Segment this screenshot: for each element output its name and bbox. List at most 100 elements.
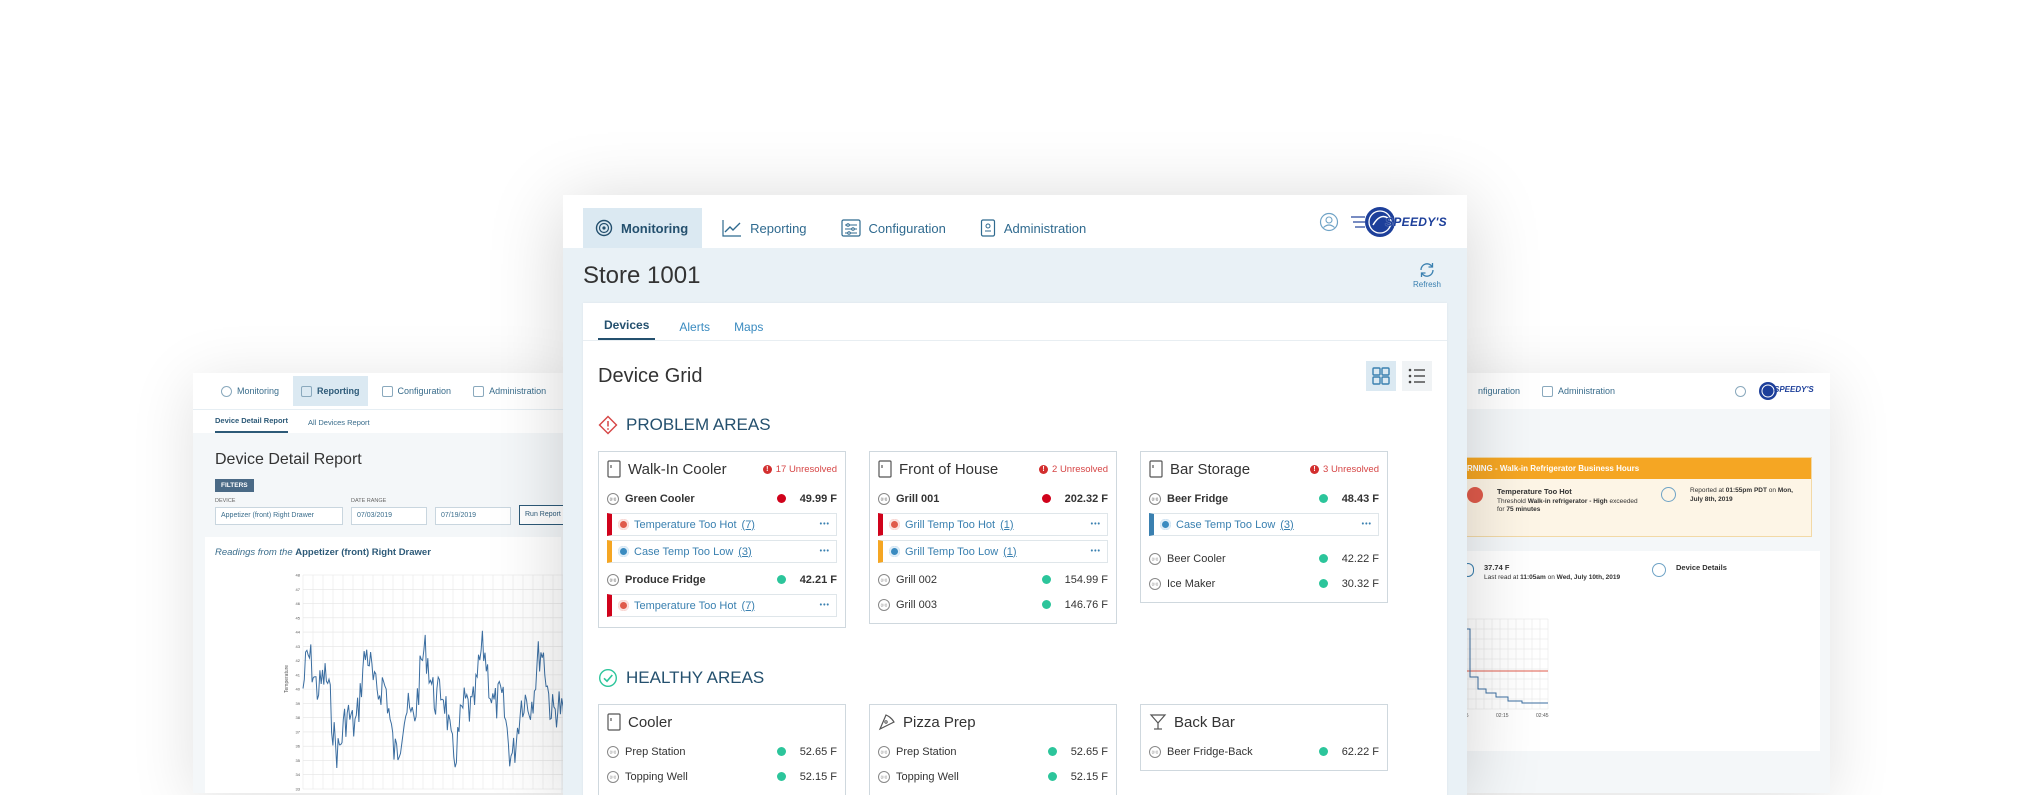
more-options-icon[interactable]: •••: [1362, 521, 1372, 528]
alert-count[interactable]: (3): [738, 546, 751, 558]
device-row[interactable]: ((•)) Prep Station 52.65 F: [607, 739, 837, 764]
alert-row[interactable]: Temperature Too Hot (7) •••: [607, 594, 837, 617]
device-details-link[interactable]: Device Details: [1676, 563, 1727, 572]
grid-view-button[interactable]: [1366, 361, 1396, 391]
device-name-group: ((•)) Beer Fridge: [1149, 492, 1228, 505]
alert-count[interactable]: (7): [742, 600, 755, 612]
more-options-icon[interactable]: •••: [820, 548, 830, 555]
alert-text: Temperature Too Hot: [634, 599, 737, 612]
more-options-icon[interactable]: •••: [1091, 548, 1101, 555]
more-options-icon[interactable]: •••: [820, 602, 830, 609]
run-report-button[interactable]: Run Report: [519, 505, 567, 525]
device-row[interactable]: ((•)) Topping Well 52.15 F: [607, 764, 837, 789]
area-name: Back Bar: [1174, 713, 1235, 731]
left-nav-administration[interactable]: Administration: [465, 376, 554, 406]
more-options-icon[interactable]: •••: [820, 521, 830, 528]
unresolved-badge[interactable]: ! 17 Unresolved: [762, 464, 837, 475]
tab-monitoring[interactable]: Monitoring: [583, 208, 703, 248]
refresh-button[interactable]: Refresh: [1413, 262, 1441, 289]
device-row[interactable]: ((•)) Grill 001 202.32 F: [878, 486, 1108, 511]
y-tick-label: 35: [296, 758, 301, 763]
device-reading: 154.99 F: [1041, 574, 1108, 586]
y-tick-label: 46: [296, 601, 301, 606]
device-row[interactable]: ((•)) Beer Fridge-Back 62.22 F: [1149, 739, 1379, 764]
device-row[interactable]: ((•)) Grill 003 146.76 F: [878, 592, 1108, 617]
device-temp: 202.32 F: [1064, 492, 1108, 505]
device-reading: 48.43 F: [1318, 493, 1379, 505]
alert-count[interactable]: (3): [1280, 519, 1293, 531]
left-nav-configuration[interactable]: Configuration: [374, 376, 460, 406]
alert-label: Temperature Too Hot (7): [618, 519, 755, 531]
alert-header: RNING - Walk-in Refrigerator Business Ho…: [1459, 458, 1811, 479]
warning-diamond-icon: [598, 415, 618, 435]
unresolved-badge[interactable]: ! 2 Unresolved: [1039, 464, 1108, 475]
device-select[interactable]: Appetizer (front) Right Drawer: [215, 507, 343, 525]
tab-administration[interactable]: Administration: [968, 208, 1100, 248]
area-card[interactable]: Back Bar ((•)) Beer Fridge-Back 62.22 F: [1140, 704, 1388, 771]
sensor-icon: ((•)): [607, 573, 619, 586]
tab-configuration[interactable]: Configuration: [829, 208, 960, 248]
alert-count[interactable]: (1): [1000, 519, 1013, 531]
device-row[interactable]: ((•)) Topping Well 52.15 F: [878, 764, 1108, 789]
device-row[interactable]: ((•)) Prep Station 52.65 F: [878, 739, 1108, 764]
badge-icon: [473, 385, 485, 397]
filters-tag[interactable]: FILTERS: [215, 479, 254, 492]
y-tick-label: 37: [296, 729, 301, 734]
user-icon[interactable]: [1735, 385, 1746, 397]
left-nav-reporting[interactable]: Reporting: [293, 376, 368, 406]
status-dot: [1318, 747, 1328, 756]
device-row[interactable]: ((•)) Ice Maker 30.32 F: [1149, 571, 1379, 596]
reading-row: 37.74 F Last read at 11:05am on Wed, Jul…: [1462, 563, 1808, 582]
alert-row[interactable]: Temperature Too Hot (7) •••: [607, 513, 837, 536]
tab-devices[interactable]: Devices: [598, 318, 656, 340]
alert-exclamation-icon: !: [1039, 464, 1049, 474]
date-to-input[interactable]: 07/19/2019: [435, 507, 511, 525]
device-row[interactable]: ((•)) Beer Fridge 48.43 F: [1149, 486, 1379, 511]
tab-alerts[interactable]: Alerts: [679, 320, 710, 340]
alert-row[interactable]: Case Temp Too Low (3) •••: [1149, 513, 1379, 536]
more-options-icon[interactable]: •••: [1091, 521, 1101, 528]
device-row[interactable]: ((•)) Green Cooler 49.99 F: [607, 486, 837, 511]
area-card[interactable]: Walk-In Cooler ! 17 Unresolved ((•)) Green C…: [598, 451, 846, 628]
device-reading: 30.32 F: [1318, 578, 1379, 590]
y-tick-label: 40: [296, 687, 301, 692]
status-dot: [1047, 747, 1057, 756]
date-from-input[interactable]: 07/03/2019: [351, 507, 427, 525]
device-row[interactable]: ((•)) Produce Fridge 42.21 F: [607, 567, 837, 592]
left-nav-label: Reporting: [317, 386, 360, 396]
left-nav-monitoring[interactable]: Monitoring: [213, 376, 287, 406]
tab-maps[interactable]: Maps: [734, 320, 763, 340]
speedys-logo: SPEEDY'S: [1759, 382, 1814, 400]
readings-prefix: Readings from the: [215, 547, 293, 558]
area-title: Walk-In Cooler: [607, 460, 727, 478]
right-nav-administration[interactable]: Administration: [1534, 376, 1623, 406]
alert-row[interactable]: Grill Temp Too Hot (1) •••: [878, 513, 1108, 536]
pizza-icon: [878, 714, 895, 731]
device-reading: 202.32 F: [1041, 492, 1108, 505]
tab-device-detail-report[interactable]: Device Detail Report: [215, 416, 288, 433]
device-label: DEVICE: [215, 498, 236, 504]
area-card[interactable]: Pizza Prep ((•)) Prep Station 52.65 F ((•)) T…: [869, 704, 1117, 795]
right-nav-configuration[interactable]: nfiguration: [1470, 376, 1528, 406]
tab-all-devices-report[interactable]: All Devices Report: [308, 418, 370, 433]
card-header: Front of House! 2 Unresolved: [878, 452, 1108, 486]
alert-text: Temperature Too Hot: [634, 518, 737, 531]
top-nav: Monitoring Reporting Configuration Admin…: [563, 195, 1467, 248]
alert-count[interactable]: (7): [742, 519, 755, 531]
tab-reporting[interactable]: Reporting: [710, 208, 820, 248]
right-top-nav: nfiguration Administration SPEEDY'S: [1440, 373, 1830, 409]
right-nav-label: nfiguration: [1478, 386, 1521, 396]
alert-row[interactable]: Case Temp Too Low (3) •••: [607, 540, 837, 563]
area-card[interactable]: Bar Storage! 3 Unresolved ((•)) Beer Fridge…: [1140, 451, 1388, 603]
device-filter: DEVICE Appetizer (front) Right Drawer: [215, 498, 343, 525]
area-card[interactable]: Front of House! 2 Unresolved ((•)) Grill 00…: [869, 451, 1117, 624]
alert-count[interactable]: (1): [1003, 546, 1016, 558]
user-icon[interactable]: [1319, 212, 1339, 232]
area-card[interactable]: Cooler ((•)) Prep Station 52.65 F ((•)) Toppi…: [598, 704, 846, 795]
alert-row[interactable]: Grill Temp Too Low (1) •••: [878, 540, 1108, 563]
device-row[interactable]: ((•)) Grill 002 154.99 F: [878, 567, 1108, 592]
device-row[interactable]: ((•)) Beer Cooler 42.22 F: [1149, 546, 1379, 571]
unresolved-badge[interactable]: ! 3 Unresolved: [1310, 464, 1379, 475]
alert-text: Grill Temp Too Hot: [905, 518, 996, 531]
list-view-button[interactable]: [1402, 361, 1432, 391]
